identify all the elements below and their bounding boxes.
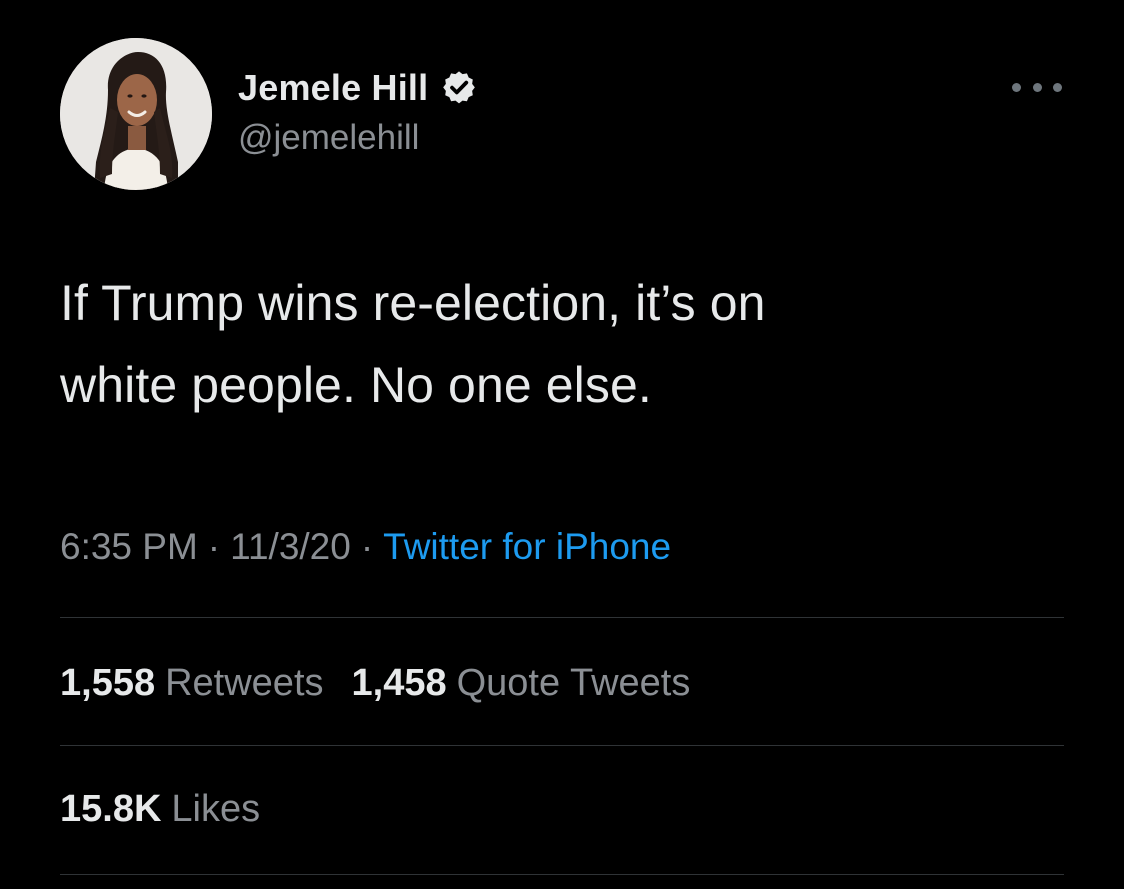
tweet-meta: 6:35 PM · 11/3/20 · Twitter for iPhone: [60, 526, 671, 568]
tweet-text: If Trump wins re-election, it’s on white…: [60, 262, 1060, 426]
divider: [60, 745, 1064, 746]
meta-separator: ·: [207, 526, 221, 567]
quote-tweets-label: Quote Tweets: [456, 662, 691, 704]
avatar-photo-icon: [60, 38, 212, 190]
tweet-text-line: If Trump wins re-election, it’s on: [60, 275, 766, 331]
likes-label: Likes: [171, 788, 261, 830]
more-options-icon[interactable]: [1012, 72, 1062, 102]
tweet-source-link[interactable]: Twitter for iPhone: [383, 526, 671, 567]
engagement-stats-row: 1,558 Retweets 1,458 Quote Tweets: [60, 662, 690, 705]
user-handle[interactable]: @jemelehill: [238, 118, 419, 158]
display-name[interactable]: Jemele Hill: [238, 67, 428, 109]
quote-tweets-count: 1,458: [351, 662, 447, 704]
author-name-row[interactable]: Jemele Hill: [238, 66, 478, 110]
tweet-time[interactable]: 6:35 PM: [60, 526, 198, 567]
meta-separator: ·: [360, 526, 374, 567]
avatar[interactable]: [60, 38, 212, 190]
divider: [60, 874, 1064, 875]
more-dot: [1032, 82, 1042, 92]
more-dot: [1012, 82, 1021, 92]
retweets-stat[interactable]: 1,558 Retweets: [60, 662, 324, 704]
divider: [60, 617, 1064, 618]
likes-stat[interactable]: 15.8K Likes: [60, 788, 260, 830]
quote-tweets-stat[interactable]: 1,458 Quote Tweets: [352, 662, 691, 704]
verified-badge-icon: [440, 69, 478, 107]
tweet-text-line: white people. No one else.: [60, 357, 652, 413]
retweets-label: Retweets: [165, 662, 324, 704]
more-dot: [1053, 82, 1062, 92]
retweets-count: 1,558: [60, 662, 156, 704]
likes-stats-row: 15.8K Likes: [60, 788, 260, 831]
tweet-detail: Jemele Hill @jemelehill If Trump wins re…: [0, 0, 1124, 889]
tweet-date[interactable]: 11/3/20: [230, 526, 351, 567]
likes-count: 15.8K: [60, 788, 162, 830]
